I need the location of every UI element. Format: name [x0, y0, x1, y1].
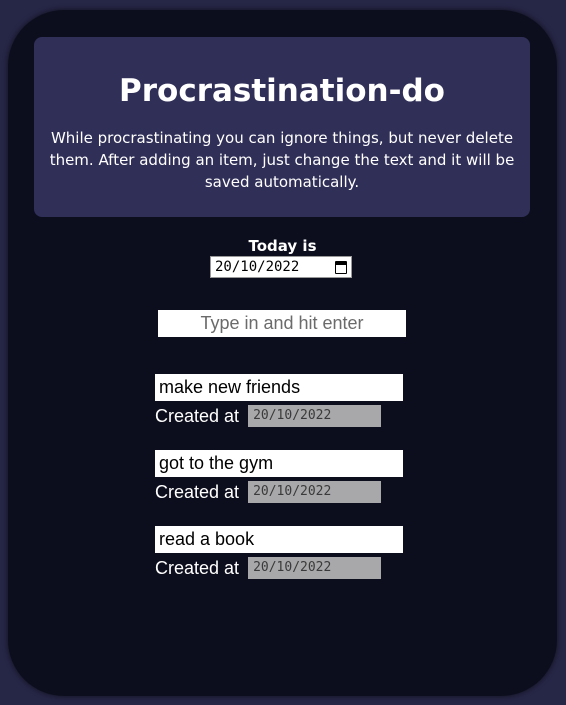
created-date: 20/10/2022: [248, 557, 382, 579]
todo-item-text-input[interactable]: got to the gym: [155, 450, 403, 477]
created-date: 20/10/2022: [248, 481, 382, 503]
created-label: Created at: [155, 557, 240, 578]
todo-item: make new friends Created at 20/10/2022: [155, 374, 405, 428]
created-date: 20/10/2022: [248, 405, 382, 427]
todo-item-text-input[interactable]: read a book: [155, 526, 403, 553]
calendar-icon[interactable]: [335, 260, 347, 274]
todo-item: got to the gym Created at 20/10/2022: [155, 450, 405, 504]
new-item-input[interactable]: [158, 310, 406, 337]
page-title: Procrastination-do: [119, 73, 445, 109]
created-row: Created at 20/10/2022: [155, 556, 405, 580]
created-label: Created at: [155, 405, 240, 426]
page-subtitle: While procrastinating you can ignore thi…: [49, 129, 515, 191]
today-date-value: 20/10/2022: [215, 259, 300, 275]
app-container: Procrastination-do While procrastinating…: [8, 10, 557, 696]
todo-item: read a book Created at 20/10/2022: [155, 526, 405, 580]
header-card: Procrastination-do While procrastinating…: [34, 37, 530, 217]
today-label: Today is: [248, 237, 317, 255]
todo-item-text-input[interactable]: make new friends: [155, 374, 403, 401]
created-row: Created at 20/10/2022: [155, 404, 405, 428]
created-label: Created at: [155, 481, 240, 502]
today-date-input[interactable]: 20/10/2022: [210, 256, 352, 278]
created-row: Created at 20/10/2022: [155, 480, 405, 504]
